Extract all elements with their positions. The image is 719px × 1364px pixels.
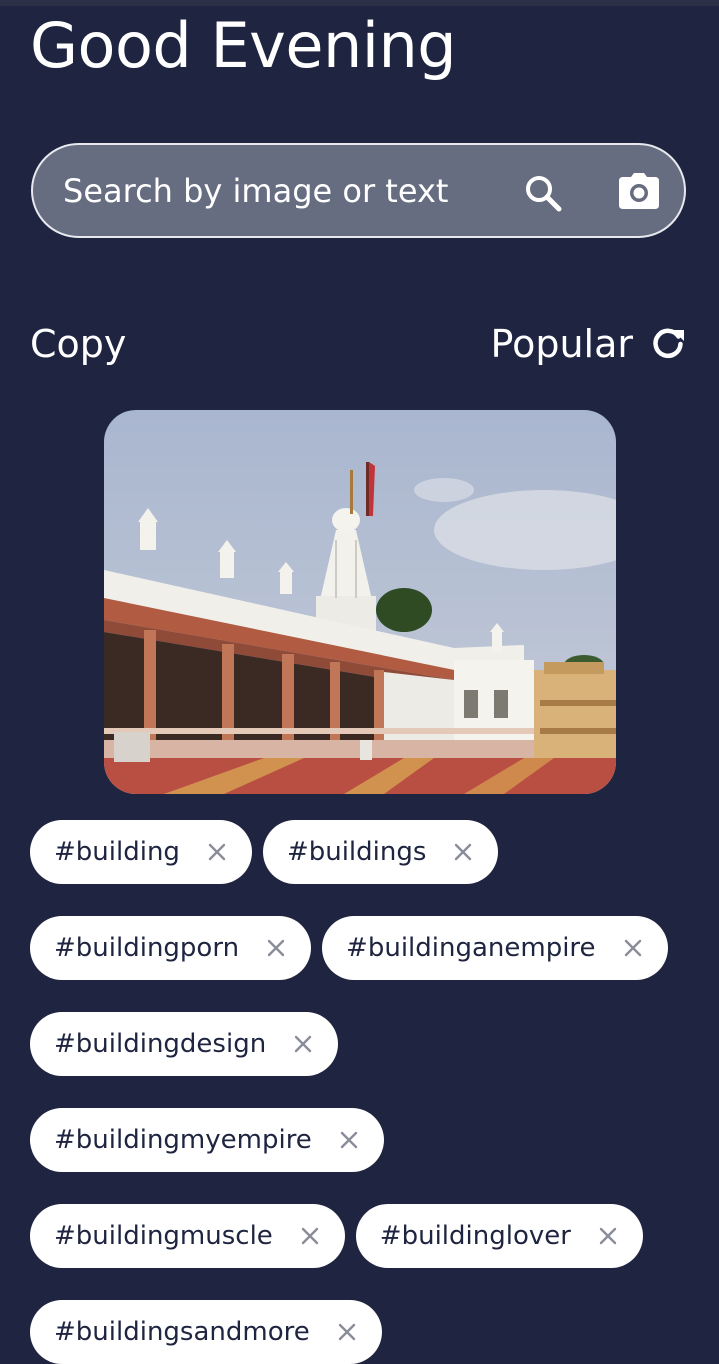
- close-icon[interactable]: [288, 1029, 318, 1059]
- hashtag-list: #building #buildings #buildingporn #buil…: [30, 820, 700, 1364]
- search-icon[interactable]: [523, 173, 563, 213]
- hashtag-label: #buildingsandmore: [54, 1317, 310, 1347]
- greeting-title: Good Evening: [30, 9, 457, 82]
- close-icon[interactable]: [334, 1125, 364, 1155]
- hashtag-label: #buildings: [286, 837, 427, 867]
- hashtag-chip[interactable]: #buildinganempire: [322, 916, 668, 980]
- hashtag-chip[interactable]: #buildingmuscle: [30, 1204, 345, 1268]
- close-icon[interactable]: [593, 1221, 623, 1251]
- hashtag-chip[interactable]: #buildingmyempire: [30, 1108, 384, 1172]
- hashtag-chip[interactable]: #building: [30, 820, 252, 884]
- hashtag-chip[interactable]: #buildings: [262, 820, 499, 884]
- hashtag-label: #buildingdesign: [54, 1029, 267, 1059]
- hashtag-chip[interactable]: #buildingdesign: [30, 1012, 339, 1076]
- refresh-icon[interactable]: [651, 327, 685, 361]
- search-input[interactable]: [63, 167, 493, 215]
- close-icon[interactable]: [261, 933, 291, 963]
- popular-button[interactable]: Popular: [491, 318, 685, 370]
- popular-label: Popular: [490, 322, 633, 366]
- hashtag-label: #buildingporn: [54, 933, 240, 963]
- copy-button[interactable]: Copy: [30, 318, 126, 370]
- hashtag-label: #buildinganempire: [346, 933, 596, 963]
- preview-image: [104, 410, 616, 794]
- close-icon[interactable]: [448, 837, 478, 867]
- camera-icon[interactable]: [617, 171, 661, 211]
- search-bar[interactable]: [31, 143, 686, 238]
- hashtag-label: #buildinglover: [379, 1221, 571, 1251]
- hashtag-label: #buildingmuscle: [54, 1221, 273, 1251]
- hashtag-chip[interactable]: #buildingporn: [30, 916, 312, 980]
- close-icon[interactable]: [295, 1221, 325, 1251]
- close-icon[interactable]: [332, 1317, 362, 1347]
- hashtag-chip[interactable]: #buildinglover: [355, 1204, 643, 1268]
- hashtag-label: #building: [54, 837, 180, 867]
- hashtag-label: #buildingmyempire: [54, 1125, 312, 1155]
- close-icon[interactable]: [202, 837, 232, 867]
- hashtag-chip[interactable]: #buildingsandmore: [30, 1300, 382, 1364]
- close-icon[interactable]: [618, 933, 648, 963]
